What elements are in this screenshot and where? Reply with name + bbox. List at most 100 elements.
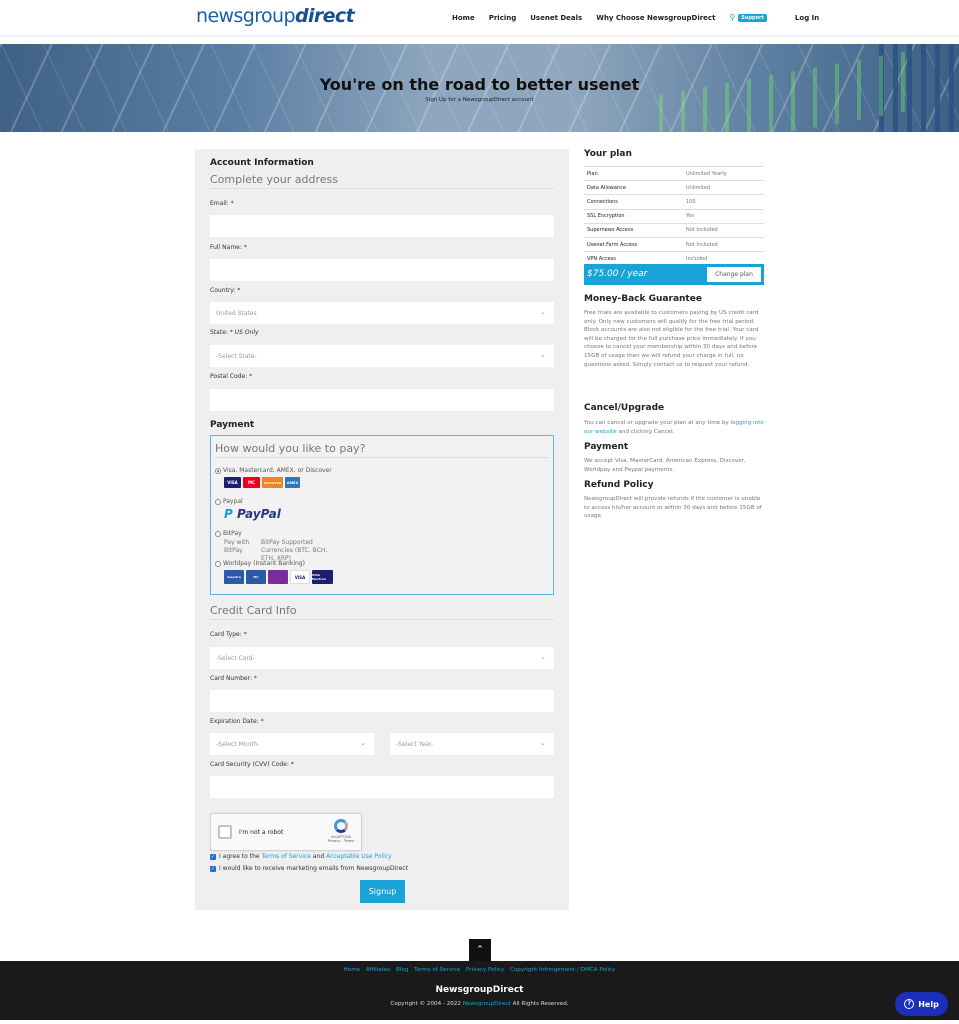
- cvv-field[interactable]: [210, 776, 554, 798]
- country-select[interactable]: United States ⌄: [210, 302, 554, 324]
- cancel-upgrade-text: You can cancel or upgrade your plan at a…: [584, 419, 764, 436]
- terms-of-service-link[interactable]: Terms of Service: [262, 853, 311, 860]
- state-note: US Only: [234, 329, 259, 336]
- plan-row-key: SSL Encryption: [587, 213, 625, 220]
- signup-form-panel: Account Information Complete your addres…: [195, 149, 569, 910]
- cancel-upgrade-title: Cancel/Upgrade: [584, 403, 665, 413]
- card-type-select[interactable]: -Select Card- ⌄: [210, 647, 554, 669]
- pay-option-worldpay[interactable]: Worldpay (Instant Banking): [215, 560, 305, 567]
- fullname-field[interactable]: [210, 259, 554, 281]
- recaptcha-widget: I'm not a robot reCAPTCHA Privacy - Term…: [210, 813, 362, 851]
- help-button[interactable]: ? Help: [895, 992, 948, 1016]
- scroll-to-top-button[interactable]: ⌃: [469, 939, 491, 961]
- recaptcha-logo: reCAPTCHA Privacy - Terms: [327, 819, 355, 843]
- plan-row-value: Not Included: [686, 241, 718, 248]
- copyright-pre: Copyright © 2004 - 2022: [390, 1001, 461, 1007]
- card-number-field[interactable]: [210, 690, 554, 712]
- payment-title: Payment: [210, 420, 255, 430]
- expiry-month-select[interactable]: -Select Month- ⌄: [210, 733, 374, 755]
- site-logo[interactable]: newsgroupdirect: [196, 5, 355, 27]
- marketing-checkbox[interactable]: ✓: [210, 865, 216, 872]
- payment-question: How would you like to pay?: [215, 442, 549, 458]
- pay-option-bitpay[interactable]: BitPay: [215, 530, 242, 537]
- money-back-text: Free trials are available to customers p…: [584, 310, 759, 368]
- acceptable-use-link[interactable]: Acceptable Use Policy: [326, 853, 392, 860]
- footer-link-terms[interactable]: Terms of Service: [414, 967, 460, 973]
- terms-pre: I agree to the: [219, 853, 260, 860]
- your-plan-title: Your plan: [584, 149, 632, 159]
- plan-row-value: Unlimited Yearly: [686, 170, 727, 177]
- plan-row-key: Usenet.Farm Access: [587, 241, 638, 248]
- footer-link-home[interactable]: Home: [344, 967, 361, 973]
- footer-link-dmca[interactable]: Copyright Infringement / DMCA Policy: [510, 967, 615, 973]
- plan-price: $75.00 / year: [587, 269, 648, 279]
- recaptcha-checkbox[interactable]: [218, 825, 232, 839]
- footer-copyright: Copyright © 2004 - 2022 NewsgroupDirect …: [0, 1001, 959, 1007]
- nav-usenet-deals[interactable]: Usenet Deals: [530, 14, 582, 22]
- chevron-down-icon: ⌄: [360, 739, 366, 747]
- marketing-label: I would like to receive marketing emails…: [219, 865, 408, 872]
- question-icon: ?: [904, 999, 915, 1009]
- footer-link-blog[interactable]: Blog: [396, 967, 408, 973]
- plan-row-key: Plan: [587, 170, 598, 177]
- site-header: newsgroupdirect Home Pricing Usenet Deal…: [0, 0, 959, 36]
- site-footer: Home Affiliates Blog Terms of Service Pr…: [0, 961, 959, 1020]
- state-select[interactable]: -Select State- ⌄: [210, 345, 554, 367]
- radio-unselected[interactable]: [215, 560, 221, 567]
- terms-checkbox-row: ✓ I agree to the Terms of Service and Ac…: [210, 853, 392, 860]
- hero-banner: You're on the road to better usenet Sign…: [0, 44, 959, 132]
- address-subtitle: Complete your address: [210, 173, 554, 189]
- recaptcha-label: I'm not a robot: [239, 829, 284, 836]
- hero-subtitle: Sign Up for a NewsgroupDirect account: [425, 97, 534, 103]
- nav-pricing[interactable]: Pricing: [489, 14, 517, 22]
- nav-support[interactable]: ⚲ Support: [729, 13, 780, 22]
- refund-policy-text: NewsgroupDirect will provide refunds if …: [584, 496, 762, 520]
- main-nav: Home Pricing Usenet Deals Why Choose New…: [452, 13, 833, 22]
- pay-option-paypal[interactable]: Paypal: [215, 498, 243, 505]
- radio-unselected[interactable]: [215, 498, 221, 505]
- plan-row: Connections 100: [584, 194, 764, 208]
- radio-unselected[interactable]: [215, 530, 221, 537]
- plan-row-key: Connections: [587, 198, 618, 205]
- logo-text-bold: direct: [294, 5, 355, 27]
- marketing-checkbox-row: ✓ I would like to receive marketing emai…: [210, 865, 408, 872]
- account-info-title: Account Information: [210, 158, 314, 168]
- refund-policy-title: Refund Policy: [584, 480, 654, 490]
- footer-link-privacy[interactable]: Privacy Policy: [466, 967, 504, 973]
- email-field[interactable]: [210, 215, 554, 237]
- paypal-logo: P PayPal: [224, 507, 281, 521]
- money-back-title: Money-Back Guarantee: [584, 294, 702, 304]
- mastercard-logo: MC: [246, 570, 266, 584]
- plan-row: Usenet.Farm Access Not Included: [584, 236, 764, 251]
- nav-why-choose[interactable]: Why Choose NewsgroupDirect: [596, 14, 715, 22]
- visa-electron-logo: VISA Electron: [312, 570, 333, 584]
- discover-logo: DISCOVER: [262, 477, 283, 488]
- radio-selected[interactable]: [215, 467, 221, 474]
- copyright-post: All Rights Reserved.: [512, 1001, 569, 1007]
- maestro-logo: maestro: [224, 570, 244, 584]
- plan-row-value: 100: [686, 198, 696, 205]
- postal-field[interactable]: [210, 389, 554, 411]
- expiry-year-select[interactable]: -Select Year- ⌄: [390, 733, 554, 755]
- plan-row: SSL Encryption Yes: [584, 208, 764, 223]
- state-label-text: State: *: [210, 329, 233, 336]
- credit-card-info-title: Credit Card Info: [210, 604, 554, 620]
- paypal-icon: P: [224, 507, 233, 521]
- expiry-month-value: -Select Month-: [216, 741, 260, 748]
- terms-checkbox[interactable]: ✓: [210, 853, 216, 860]
- payment-info-text: We accept Visa, MasterCard, American Exp…: [584, 458, 746, 473]
- plan-row-key: Data Allowance: [587, 184, 626, 191]
- country-label: Country: *: [210, 287, 241, 294]
- pay-option-bitpay-label: BitPay: [223, 530, 242, 537]
- signup-button[interactable]: Signup: [360, 880, 405, 903]
- recaptcha-icon: [334, 819, 348, 833]
- email-label: Email: *: [210, 200, 234, 207]
- copyright-brand-link[interactable]: NewsgroupDirect: [463, 1001, 511, 1007]
- footer-link-affiliates[interactable]: Affiliates: [366, 967, 390, 973]
- recaptcha-links[interactable]: Privacy - Terms: [327, 839, 355, 843]
- pay-option-card[interactable]: Visa, Mastercard, AMEX, or Discover: [215, 467, 332, 474]
- nav-home[interactable]: Home: [452, 14, 475, 22]
- expiry-year-value: -Select Year-: [396, 741, 434, 748]
- change-plan-button[interactable]: Change plan: [707, 267, 761, 282]
- nav-login[interactable]: Log In: [795, 14, 819, 22]
